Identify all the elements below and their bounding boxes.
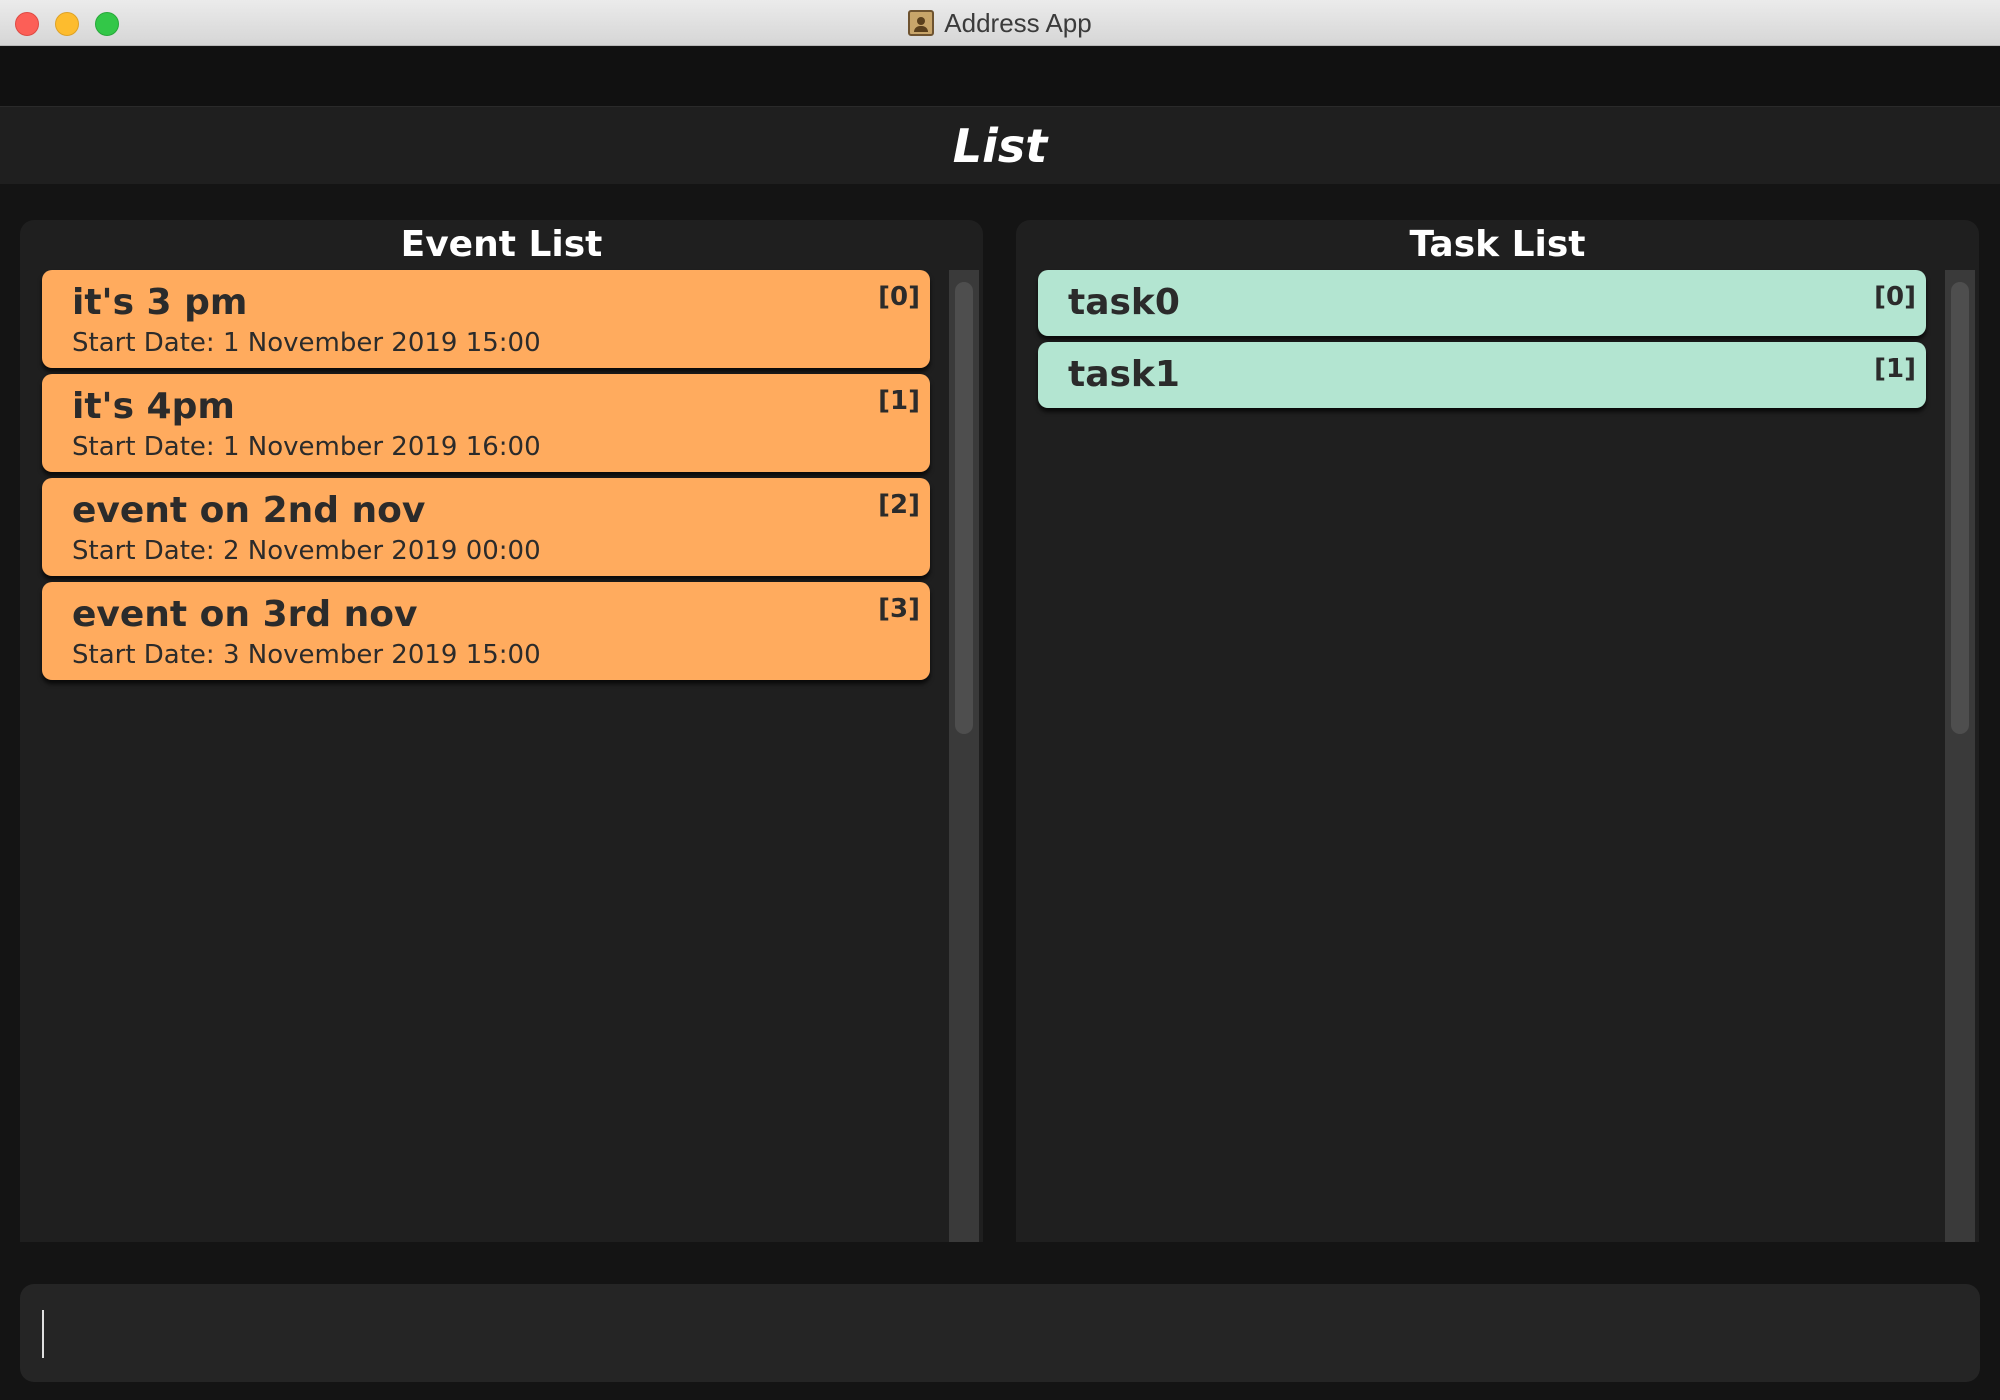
page-header: List: [0, 106, 2000, 184]
event-list-title: Event List: [400, 224, 603, 265]
event-start-date: Start Date: 3 November 2019 15:00: [72, 640, 541, 670]
event-list-scrollbar[interactable]: [949, 270, 979, 1242]
event-list-scroll-thumb[interactable]: [955, 282, 973, 734]
title-bar[interactable]: Address App: [0, 0, 2000, 46]
event-name: event on 3rd nov: [72, 594, 418, 635]
event-index: [0]: [878, 282, 920, 312]
event-index: [2]: [878, 490, 920, 520]
event-card[interactable]: it's 4pm [1] Start Date: 1 November 2019…: [42, 374, 930, 472]
command-box[interactable]: [20, 1284, 1980, 1382]
event-list-panel: Event List it's 3 pm [0] Start Date: 1 N…: [20, 220, 983, 1242]
event-start-date: Start Date: 2 November 2019 00:00: [72, 536, 541, 566]
task-index: [0]: [1874, 282, 1916, 312]
event-list[interactable]: it's 3 pm [0] Start Date: 1 November 201…: [42, 270, 932, 1242]
event-card[interactable]: event on 3rd nov [3] Start Date: 3 Novem…: [42, 582, 930, 680]
task-list-scrollbar[interactable]: [1945, 270, 1975, 1242]
task-card[interactable]: task1 [1]: [1038, 342, 1926, 408]
task-card[interactable]: task0 [0]: [1038, 270, 1926, 336]
address-book-icon: [908, 10, 935, 36]
window-title: Address App: [944, 7, 1092, 38]
task-name: task0: [1068, 282, 1180, 323]
event-index: [3]: [878, 594, 920, 624]
command-input[interactable]: [40, 1306, 1940, 1362]
task-list-title: Task List: [1409, 224, 1586, 265]
event-name: it's 4pm: [72, 386, 235, 427]
menu-bar: [0, 47, 2000, 106]
event-name: it's 3 pm: [72, 282, 248, 323]
app-window: Address App List Event List it's 3 pm [0…: [0, 0, 2000, 1400]
event-card[interactable]: it's 3 pm [0] Start Date: 1 November 201…: [42, 270, 930, 368]
event-start-date: Start Date: 1 November 2019 16:00: [72, 432, 541, 462]
text-caret: [42, 1310, 44, 1358]
task-list[interactable]: task0 [0] task1 [1]: [1038, 270, 1928, 1242]
event-index: [1]: [878, 386, 920, 416]
task-list-scroll-thumb[interactable]: [1951, 282, 1969, 734]
page-title: List: [952, 118, 1048, 173]
event-card[interactable]: event on 2nd nov [2] Start Date: 2 Novem…: [42, 478, 930, 576]
task-index: [1]: [1874, 354, 1916, 384]
task-list-panel: Task List task0 [0] task1 [1]: [1016, 220, 1979, 1242]
window-title-group: Address App: [0, 0, 2000, 46]
event-start-date: Start Date: 1 November 2019 15:00: [72, 328, 541, 358]
task-name: task1: [1068, 354, 1180, 395]
event-name: event on 2nd nov: [72, 490, 426, 531]
